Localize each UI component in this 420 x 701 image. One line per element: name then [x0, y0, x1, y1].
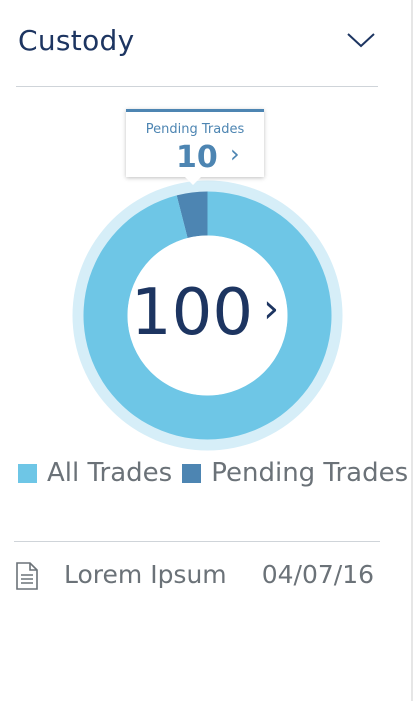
page-title: Custody: [18, 24, 135, 57]
header: Custody: [0, 0, 410, 88]
chart-legend: All Trades Pending Trades: [18, 456, 418, 490]
chevron-right-icon: ›: [230, 140, 240, 168]
total-trades-link[interactable]: 100 ›: [110, 276, 300, 350]
document-icon: [16, 562, 38, 590]
legend-label: Pending Trades: [211, 458, 409, 488]
chevron-down-icon[interactable]: [344, 26, 378, 54]
list-item[interactable]: Lorem Ipsum 04/07/16: [14, 556, 380, 596]
tooltip-label: Pending Trades: [145, 122, 245, 137]
legend-swatch-all-trades: [18, 463, 37, 483]
chevron-right-icon: ›: [263, 286, 280, 332]
pending-trades-tooltip[interactable]: Pending Trades 10 ›: [126, 109, 264, 177]
legend-item-all-trades: All Trades: [18, 458, 172, 488]
legend-item-pending-trades: Pending Trades: [182, 458, 408, 488]
tooltip-value: 10: [176, 140, 218, 175]
header-divider: [16, 86, 378, 87]
document-name: Lorem Ipsum: [64, 560, 227, 589]
tooltip-pointer: [185, 177, 201, 185]
legend-label: All Trades: [47, 458, 173, 488]
total-trades-value: 100: [130, 276, 254, 350]
list-divider: [14, 541, 380, 542]
right-edge-border: [411, 0, 413, 701]
legend-swatch-pending-trades: [182, 463, 202, 483]
document-date: 04/07/16: [261, 560, 374, 589]
